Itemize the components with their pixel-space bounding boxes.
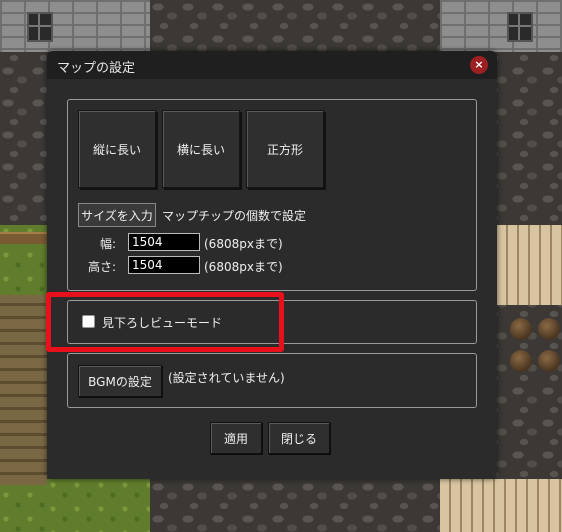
apply-button[interactable]: 適用 [210, 422, 262, 454]
pot-icon [538, 350, 560, 372]
bgm-panel: BGMの設定 (設定されていません) [67, 353, 477, 408]
highlight-box [46, 292, 284, 352]
portrait-button[interactable]: 縦に長い [78, 110, 156, 188]
pot-icon [510, 318, 532, 340]
width-max-note: (6808pxまで) [204, 237, 283, 251]
input-size-button[interactable]: サイズを入力 [78, 203, 156, 227]
wooden-floor [497, 225, 562, 305]
map-size-panel: 縦に長い 横に長い 正方形 サイズを入力 マップチップの個数で設定 幅: (68… [67, 99, 477, 291]
map-settings-dialog: マップの設定 × 縦に長い 横に長い 正方形 サイズを入力 マップチップの個数で… [47, 51, 497, 479]
grass-area-bottom [47, 479, 150, 532]
window-icon [507, 12, 533, 42]
bgm-settings-button[interactable]: BGMの設定 [78, 365, 162, 397]
dialog-title: マップの設定 [57, 61, 136, 76]
pot-icon [510, 350, 532, 372]
width-label: 幅: [100, 237, 117, 251]
height-input[interactable] [128, 256, 200, 274]
landscape-button[interactable]: 横に長い [162, 110, 240, 188]
crop-field [0, 295, 47, 485]
close-icon[interactable]: × [470, 56, 488, 74]
width-input[interactable] [128, 233, 200, 251]
window-icon [27, 12, 53, 42]
dialog-titlebar: マップの設定 × [47, 51, 497, 79]
pot-icon [538, 318, 560, 340]
building-wall-right [440, 0, 562, 52]
height-label: 高さ: [88, 260, 117, 274]
fence [0, 232, 47, 244]
height-max-note: (6808pxまで) [204, 260, 283, 274]
building-wall-left [0, 0, 150, 52]
bgm-status: (設定されていません) [168, 371, 285, 385]
square-button[interactable]: 正方形 [246, 110, 324, 188]
wooden-floor-bottom [440, 479, 562, 532]
chip-count-label[interactable]: マップチップの個数で設定 [162, 207, 306, 224]
close-button[interactable]: 閉じる [268, 422, 330, 454]
